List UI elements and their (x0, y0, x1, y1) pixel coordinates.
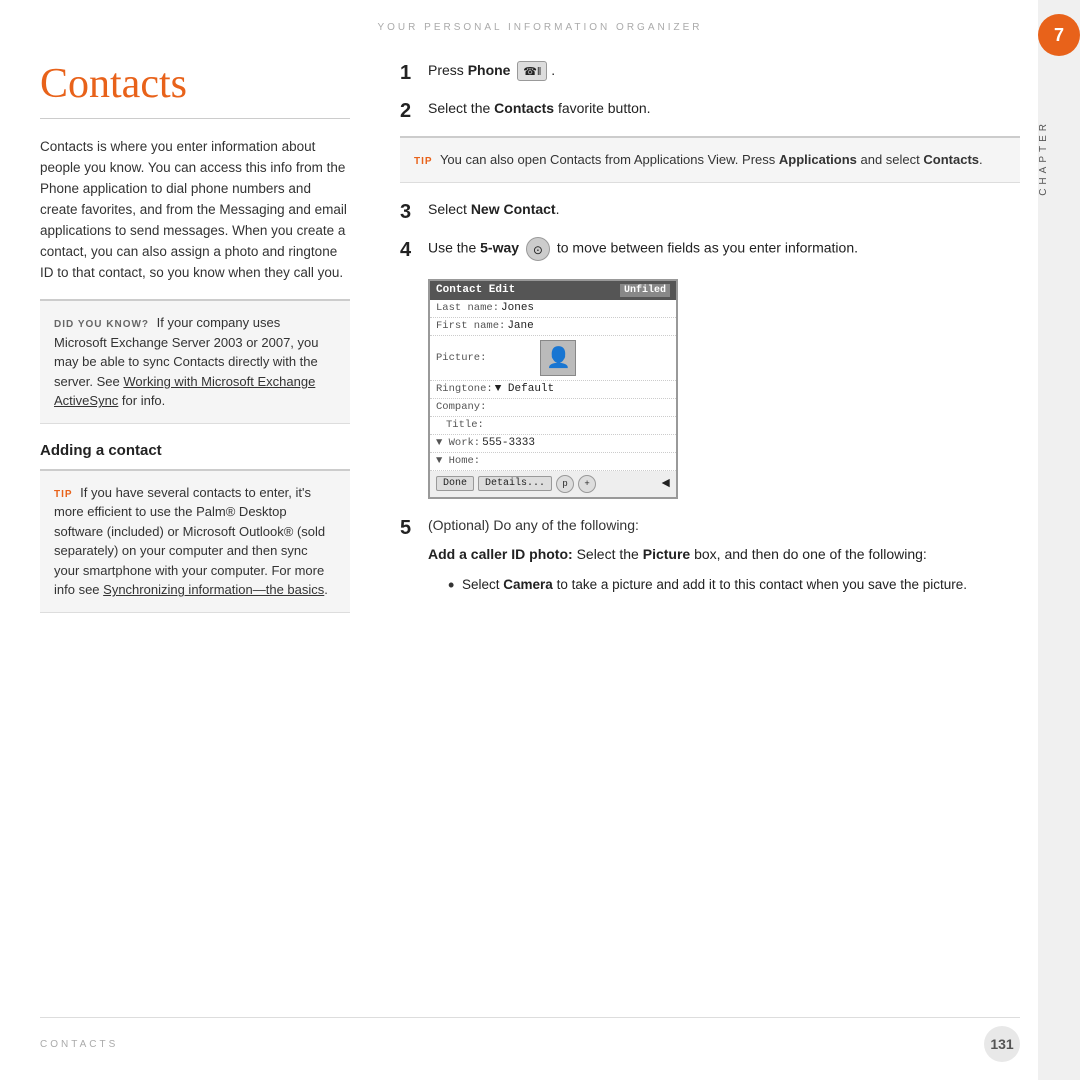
step-4: 4 Use the 5-way ⊙ to move between fields… (400, 237, 1020, 265)
tip-text-right: You can also open Contacts from Applicat… (437, 152, 779, 167)
main-content: Contacts Contacts is where you enter inf… (40, 60, 1020, 1020)
bullet-item-1: • Select Camera to take a picture and ad… (448, 575, 1020, 596)
ce-row-ringtone: Ringtone: ▼ Default (430, 381, 676, 399)
ce-title: Contact Edit (436, 284, 515, 297)
page-header: YOUR PERSONAL INFORMATION ORGANIZER (0, 22, 1080, 33)
bullet-dot: • (448, 576, 462, 594)
step-1-text: Press Phone ☎‖ . (428, 60, 1020, 81)
ce-done-btn[interactable]: Done (436, 476, 474, 491)
contact-edit-screenshot: Contact Edit Unfiled Last name: Jones Fi… (428, 279, 678, 499)
ce-row-lastname: Last name: Jones (430, 300, 676, 318)
ce-row-work: ▼ Work: 555-3333 (430, 435, 676, 453)
dyk-suffix: for info. (118, 393, 165, 408)
step-2: 2 Select the Contacts favorite button. (400, 98, 1020, 126)
step-3-text: Select New Contact. (428, 199, 1020, 220)
ce-arrow: ◄ (662, 476, 670, 492)
ce-row-firstname: First name: Jane (430, 318, 676, 336)
tip-label-right: TIP (414, 156, 433, 167)
step-1: 1 Press Phone ☎‖ . (400, 60, 1020, 88)
step-1-bold: Phone (468, 62, 511, 78)
body-text: Contacts is where you enter information … (40, 137, 350, 283)
step-4-text: Use the 5-way ⊙ to move between fields a… (428, 237, 1020, 261)
ce-row-picture: Picture: 👤 (430, 336, 676, 381)
step-5-main-text: Add a caller ID photo: Select the Pictur… (428, 544, 1020, 566)
ce-bottom-bar: Done Details... p + ◄ (430, 471, 676, 497)
step-4-bold: 5-way (480, 239, 519, 255)
tip-link-left[interactable]: Synchronizing information—the basics (103, 582, 324, 597)
chapter-number: 7 (1038, 14, 1080, 56)
footer-page-number: 131 (984, 1026, 1020, 1062)
step-5-bold2: Picture (643, 546, 690, 562)
ce-circle-btn-2[interactable]: + (578, 475, 596, 493)
chapter-tab: 7 CHAPTER (1038, 0, 1080, 1080)
page-title: Contacts (40, 60, 350, 108)
footer-left-text: CONTACTS (40, 1039, 118, 1050)
tip-box-left: TIP If you have several contacts to ente… (40, 469, 350, 613)
step-2-bold: Contacts (494, 100, 554, 116)
ce-details-btn[interactable]: Details... (478, 476, 552, 491)
step-2-text: Select the Contacts favorite button. (428, 98, 1020, 119)
tip-bold1-right: Applications (779, 152, 857, 167)
tip-box-right: TIP You can also open Contacts from Appl… (400, 136, 1020, 183)
ce-row-company: Company: (430, 399, 676, 417)
title-divider (40, 118, 350, 119)
left-column: Contacts Contacts is where you enter inf… (40, 60, 350, 631)
tip-suffix-left: . (324, 582, 328, 597)
ce-picture-thumb: 👤 (540, 340, 576, 376)
tip-label-left: TIP (54, 489, 73, 500)
tip-bold2-right: Contacts (923, 152, 979, 167)
ce-row-home: ▼ Home: (430, 453, 676, 471)
step-5-bold-intro: Add a caller ID photo: (428, 546, 573, 562)
step-5-content: (Optional) Do any of the following: Add … (428, 515, 1020, 605)
step-3-number: 3 (400, 197, 428, 227)
step-5: 5 (Optional) Do any of the following: Ad… (400, 515, 1020, 605)
step-5-number: 5 (400, 513, 428, 543)
step-3-bold: New Contact (471, 201, 556, 217)
ce-circle-btn-1[interactable]: p (556, 475, 574, 493)
step-4-number: 4 (400, 235, 428, 265)
ce-row-title: Title: (430, 417, 676, 435)
ce-title-bar: Contact Edit Unfiled (430, 281, 676, 300)
ce-unfiled: Unfiled (620, 284, 670, 297)
tip-text2-right: and select (857, 152, 924, 167)
step-2-number: 2 (400, 96, 428, 126)
step-5-optional: (Optional) Do any of the following: (428, 515, 1020, 536)
fiveway-icon: ⊙ (526, 237, 550, 261)
dyk-label: DID YOU KNOW? (54, 319, 149, 330)
step-1-number: 1 (400, 58, 428, 88)
step-3: 3 Select New Contact. (400, 199, 1020, 227)
phone-icon-inline: ☎‖ (517, 61, 547, 81)
right-column: 1 Press Phone ☎‖ . 2 Select the Contacts… (400, 60, 1020, 614)
section-heading: Adding a contact (40, 442, 350, 459)
did-you-know-box: DID YOU KNOW? If your company uses Micro… (40, 299, 350, 424)
tip-suffix-right: . (979, 152, 983, 167)
bottom-footer: CONTACTS 131 (40, 1017, 1020, 1062)
chapter-label: CHAPTER (1038, 120, 1080, 196)
bullet-text-1: Select Camera to take a picture and add … (462, 575, 967, 596)
tip-text-left: If you have several contacts to enter, i… (54, 485, 325, 598)
